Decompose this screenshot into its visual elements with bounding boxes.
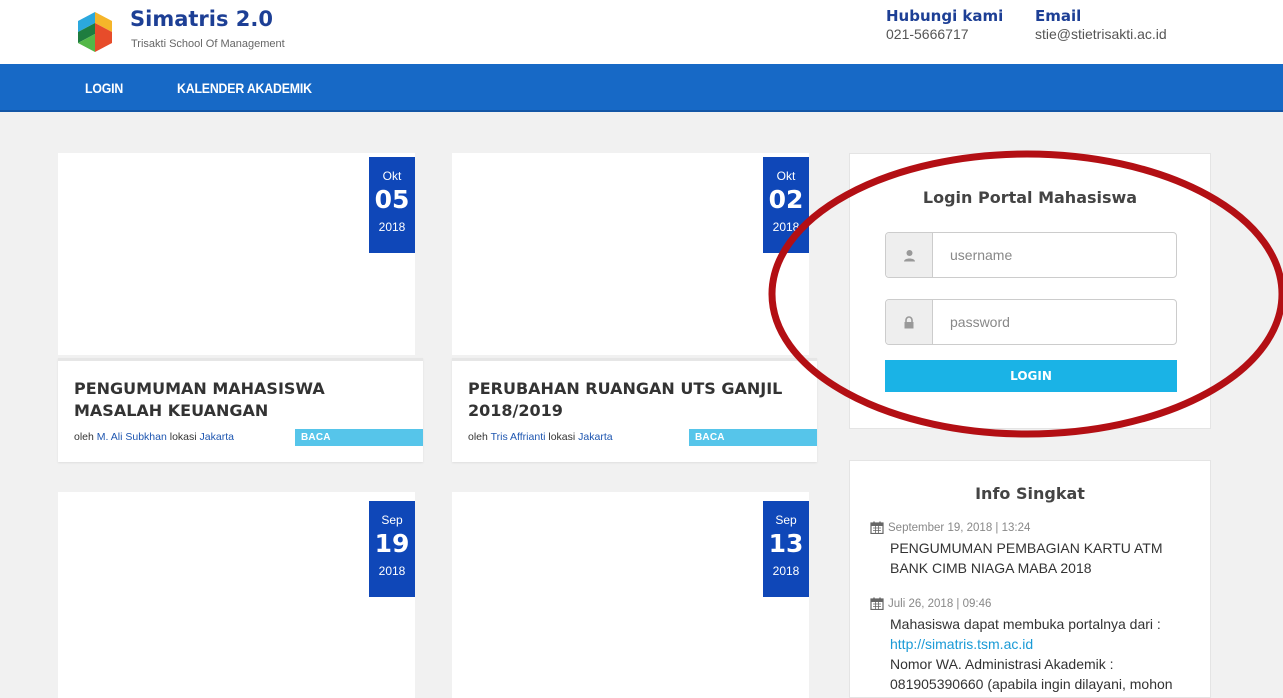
main-navbar: LOGIN KALENDER AKADEMIK	[0, 64, 1283, 112]
calendar-icon	[870, 597, 884, 610]
calendar-icon	[870, 521, 884, 534]
info-line: Nomor WA. Administrasi Akademik :	[890, 656, 1114, 672]
email-label: Email	[1035, 7, 1082, 25]
info-text: PENGUMUMAN PEMBAGIAN KARTU ATM BANK CIMB…	[890, 540, 1163, 576]
news-card-body: PERUBAHAN RUANGAN UTS GANJIL 2018/2019 o…	[452, 358, 817, 462]
info-date: Juli 26, 2018 | 09:46	[870, 597, 1200, 610]
info-item: September 19, 2018 | 13:24 PENGUMUMAN PE…	[870, 521, 1200, 578]
date-month: Sep	[381, 513, 403, 527]
date-month: Okt	[382, 169, 402, 183]
read-more-button[interactable]: BACA SELENGKAPNYA	[295, 429, 423, 460]
news-author-link[interactable]: Tris Affrianti	[491, 431, 546, 443]
news-card-image[interactable]: Okt 02 2018	[452, 153, 809, 355]
date-badge: Okt 05 2018	[369, 157, 415, 253]
news-card-image[interactable]: Sep 13 2018	[452, 492, 809, 698]
date-year: 2018	[772, 220, 800, 234]
info-item: Juli 26, 2018 | 09:46 Mahasiswa dapat me…	[870, 597, 1200, 694]
nav-item-kalender-akademik[interactable]: KALENDER AKADEMIK	[177, 80, 312, 96]
date-month: Okt	[776, 169, 796, 183]
portal-link[interactable]: http://simatris.tsm.ac.id	[890, 636, 1033, 652]
date-day: 02	[768, 185, 804, 214]
password-input[interactable]	[934, 300, 1176, 344]
date-day: 19	[374, 529, 410, 558]
date-day: 05	[374, 185, 410, 214]
simatris-logo-icon[interactable]	[75, 10, 115, 54]
meta-location-prefix: lokasi	[169, 431, 197, 443]
news-author-link[interactable]: M. Ali Subkhan	[97, 431, 167, 443]
nav-item-login[interactable]: LOGIN	[85, 80, 123, 96]
info-date-text: September 19, 2018 | 13:24	[888, 521, 1031, 534]
news-meta: oleh Tris Affrianti lokasi Jakarta	[468, 431, 613, 443]
info-line: Mahasiswa dapat membuka portalnya dari :	[890, 616, 1161, 632]
news-title[interactable]: PERUBAHAN RUANGAN UTS GANJIL 2018/2019	[468, 378, 788, 422]
login-panel-title: Login Portal Mahasiswa	[922, 188, 1138, 207]
news-card-image[interactable]: Okt 05 2018	[58, 153, 415, 355]
meta-by-prefix: oleh	[74, 431, 94, 443]
news-location-link[interactable]: Jakarta	[200, 431, 234, 443]
meta-by-prefix: oleh	[468, 431, 488, 443]
info-date-text: Juli 26, 2018 | 09:46	[888, 597, 992, 610]
read-more-button[interactable]: BACA SELENGKAPNYA	[689, 429, 817, 460]
date-badge: Okt 02 2018	[763, 157, 809, 253]
username-field-group	[885, 232, 1177, 278]
contact-email-block: Email stie@stietrisakti.ac.id	[1035, 7, 1167, 42]
contact-phone: 021-5666717	[886, 26, 969, 42]
brand-subtitle: Trisakti School Of Management	[131, 38, 285, 50]
user-icon	[886, 233, 933, 277]
contact-phone-block: Hubungi kami 021-5666717	[886, 7, 1003, 42]
brand-title[interactable]: Simatris 2.0	[130, 7, 273, 31]
news-card-image[interactable]: Sep 19 2018	[58, 492, 415, 698]
date-badge: Sep 13 2018	[763, 501, 809, 597]
info-line: 081905390660 (apabila ingin dilayani, mo…	[890, 676, 1173, 692]
info-singkat-panel: Info Singkat September 19, 2018 | 13:24 …	[849, 460, 1211, 698]
date-year: 2018	[378, 564, 406, 578]
news-meta: oleh M. Ali Subkhan lokasi Jakarta	[74, 431, 234, 443]
info-text: Mahasiswa dapat membuka portalnya dari :…	[890, 614, 1200, 694]
contact-label: Hubungi kami	[886, 7, 1004, 25]
login-submit-button[interactable]: LOGIN	[885, 360, 1177, 392]
username-input[interactable]	[934, 233, 1176, 277]
info-panel-title: Info Singkat	[975, 484, 1085, 503]
login-panel: Login Portal Mahasiswa LOGIN	[849, 153, 1211, 429]
top-header: Simatris 2.0 Trisakti School Of Manageme…	[0, 0, 1283, 64]
date-month: Sep	[775, 513, 797, 527]
meta-location-prefix: lokasi	[548, 431, 576, 443]
news-card-body: PENGUMUMAN MAHASISWA MASALAH KEUANGAN ol…	[58, 358, 423, 462]
lock-icon	[886, 300, 933, 344]
info-date: September 19, 2018 | 13:24	[870, 521, 1200, 534]
date-day: 13	[768, 529, 804, 558]
news-location-link[interactable]: Jakarta	[578, 431, 612, 443]
news-title[interactable]: PENGUMUMAN MAHASISWA MASALAH KEUANGAN	[74, 378, 394, 422]
date-year: 2018	[772, 564, 800, 578]
password-field-group	[885, 299, 1177, 345]
date-year: 2018	[378, 220, 406, 234]
date-badge: Sep 19 2018	[369, 501, 415, 597]
email-value: stie@stietrisakti.ac.id	[1035, 26, 1167, 42]
